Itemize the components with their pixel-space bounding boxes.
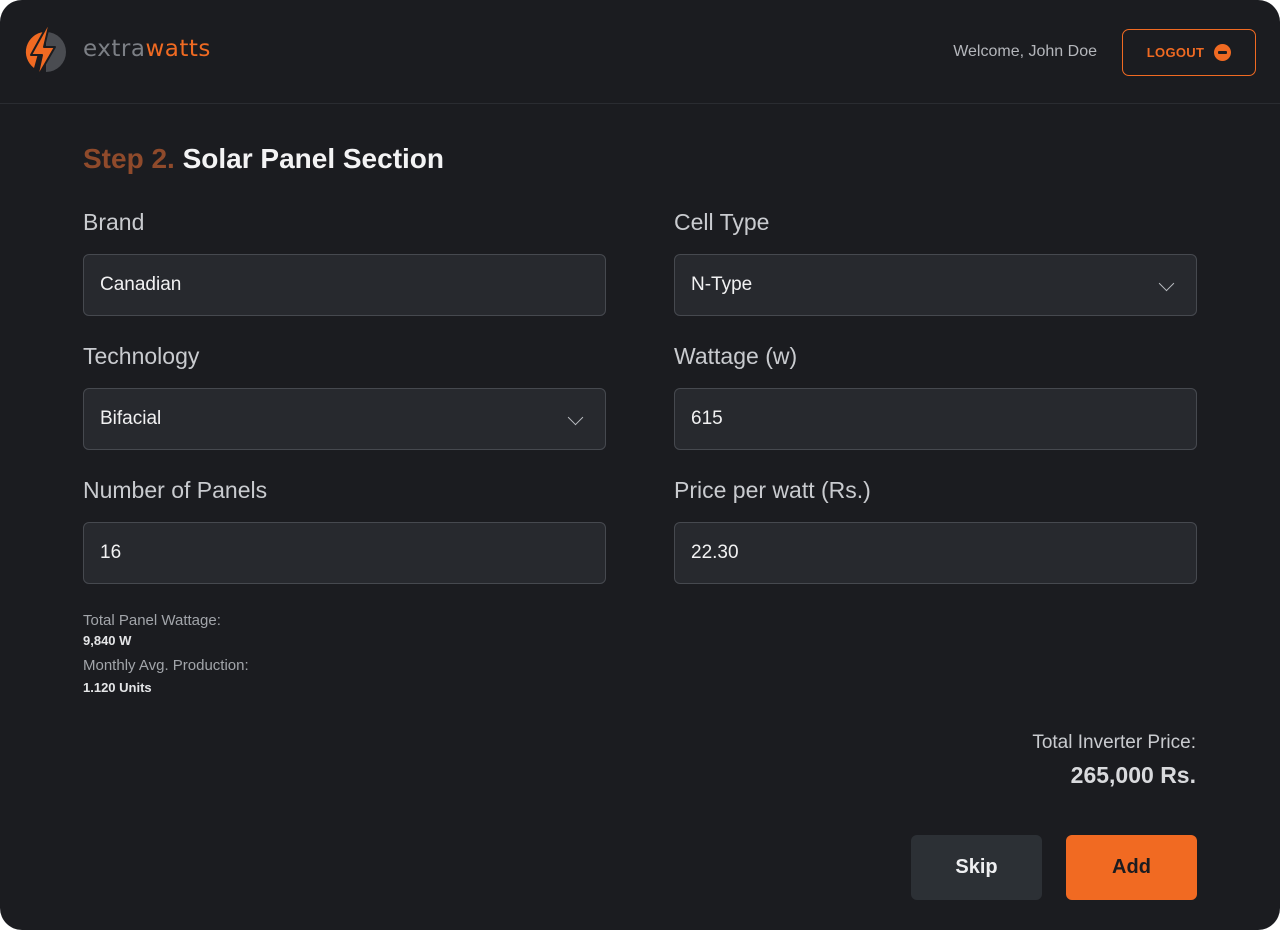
monthly-production-label: Monthly Avg. Production: (83, 657, 249, 674)
section-title: Solar Panel Section (182, 143, 445, 174)
logout-circle-icon (1214, 44, 1232, 61)
technology-select[interactable]: Bifacial (83, 388, 606, 450)
chevron-down-icon (1158, 275, 1175, 292)
wattage-value: 615 (691, 408, 723, 429)
monthly-production-value: 1.120 Units (83, 680, 152, 695)
brand-input[interactable]: Canadian (83, 254, 606, 316)
total-price-label: Total Inverter Price: (1032, 732, 1196, 753)
lightning-bolt-icon (25, 25, 66, 79)
panels-value: 16 (100, 542, 122, 563)
welcome-text: Welcome, John Doe (953, 43, 1097, 60)
total-wattage-label: Total Panel Wattage: (83, 612, 221, 629)
price-input[interactable]: 22.30 (674, 522, 1197, 584)
brand-name-part2: watts (145, 36, 211, 62)
technology-label: Technology (83, 343, 200, 369)
step-number: Step 2. (83, 143, 175, 174)
wattage-label: Wattage (w) (674, 343, 798, 369)
header: extrawatts Welcome, John Doe LOGOUT (0, 0, 1280, 104)
chevron-down-icon (567, 409, 584, 426)
logout-button[interactable]: LOGOUT (1122, 29, 1256, 76)
panels-label: Number of Panels (83, 477, 268, 503)
total-price-value: 265,000 Rs. (1070, 762, 1196, 788)
total-wattage-value: 9,840 W (83, 633, 132, 648)
cell-type-value: N-Type (691, 274, 753, 295)
brand-label: Brand (83, 209, 145, 235)
app-frame: extrawatts Welcome, John Doe LOGOUT Step… (0, 0, 1280, 930)
page-title: Step 2. Solar Panel Section (83, 143, 444, 175)
skip-button[interactable]: Skip (911, 835, 1042, 900)
logout-label: LOGOUT (1146, 45, 1205, 60)
cell-type-select[interactable]: N-Type (674, 254, 1197, 316)
price-label: Price per watt (Rs.) (674, 477, 871, 503)
panels-input[interactable]: 16 (83, 522, 606, 584)
add-button[interactable]: Add (1066, 835, 1197, 900)
brand-name-part1: extra (83, 36, 146, 62)
price-value: 22.30 (691, 542, 739, 563)
cell-type-label: Cell Type (674, 209, 770, 235)
brand-value: Canadian (100, 274, 182, 295)
wattage-input[interactable]: 615 (674, 388, 1197, 450)
technology-value: Bifacial (100, 408, 162, 429)
brand-logo-text: extrawatts (83, 36, 211, 62)
